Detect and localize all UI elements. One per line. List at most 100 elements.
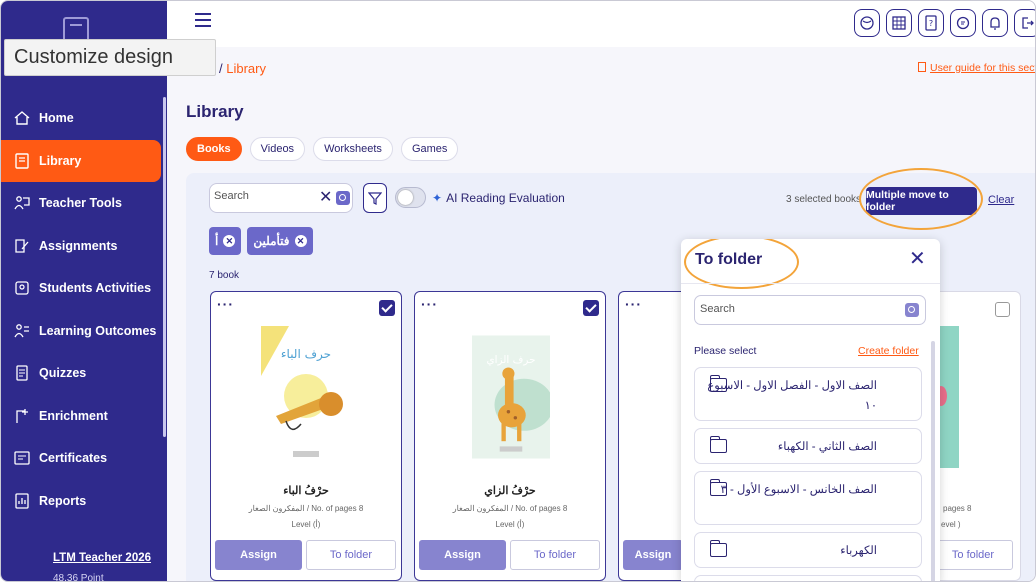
remove-chip-icon[interactable]: ✕ xyxy=(294,235,307,247)
filter-chip[interactable]: فتأملين ✕ xyxy=(247,227,313,255)
sidebar-item-label: Quizzes xyxy=(39,366,87,381)
book-cover-title: حرف الزاي xyxy=(486,354,535,366)
folder-name: الصف الاول - الفصل الاول - الاسبوع ١٠ xyxy=(707,380,877,412)
filter-icon xyxy=(368,192,382,205)
tab-games[interactable]: Games xyxy=(400,137,459,161)
book-checkbox[interactable] xyxy=(995,302,1010,317)
assign-button[interactable]: Assign xyxy=(419,540,506,570)
teacher-tools-icon xyxy=(13,194,31,212)
enrichment-icon xyxy=(13,407,31,425)
folder-icon xyxy=(710,375,727,392)
ai-reading-toggle[interactable] xyxy=(395,187,426,208)
sidebar-item-reports[interactable]: Reports xyxy=(1,480,161,523)
user-points: 48.36 Point xyxy=(53,573,104,582)
sidebar-item-learning-outcomes[interactable]: Learning Outcomes xyxy=(1,310,161,353)
sidebar-item-label: Teacher Tools xyxy=(39,196,122,211)
sidebar-item-label: Certificates xyxy=(39,451,108,466)
book-checkbox[interactable] xyxy=(583,300,599,316)
tab-worksheets[interactable]: Worksheets xyxy=(313,137,393,161)
tab-books[interactable]: Books xyxy=(186,137,242,161)
sidebar-item-assignments[interactable]: Assignments xyxy=(1,225,161,268)
selected-count: 3 selected books xyxy=(786,194,862,205)
more-options-icon[interactable]: ··· xyxy=(217,296,234,312)
modal-scrollbar[interactable] xyxy=(931,341,935,581)
help-icon[interactable]: ? xyxy=(918,9,944,37)
menu-icon[interactable] xyxy=(195,13,211,29)
folder-search-input[interactable] xyxy=(700,303,880,315)
calendar-icon[interactable] xyxy=(886,9,912,37)
folder-option[interactable]: الصف الثاني - الكهباء xyxy=(694,428,922,464)
book-card[interactable]: ··· حرف الزاي حرْفُ الزاي المفكرون الصغا… xyxy=(414,291,606,581)
sidebar-scrollbar[interactable] xyxy=(163,97,166,437)
sidebar-nav: Home Library Teacher Tools Assignments S… xyxy=(1,97,161,522)
customize-design-tooltip: Customize design xyxy=(4,39,216,76)
folder-option[interactable]: الصف الاول - الفصل الاول - الاسبوع ١٠ xyxy=(694,367,922,421)
book-meta: المفكرون الصغار / No. of pages 8 xyxy=(248,504,364,513)
book-checkbox[interactable] xyxy=(379,300,395,316)
book-search-input[interactable] xyxy=(214,190,314,202)
sidebar-item-quizzes[interactable]: Quizzes xyxy=(1,352,161,395)
book-card[interactable]: ··· حرف الباء حرْفُ الباء المفكرون الصغا… xyxy=(210,291,402,581)
students-activities-icon xyxy=(13,279,31,297)
chat-icon[interactable] xyxy=(950,9,976,37)
filter-chip[interactable]: أ ✕ xyxy=(209,227,242,255)
more-options-icon[interactable]: ··· xyxy=(625,296,642,312)
book-card[interactable]: ··· Assign xyxy=(618,291,688,581)
user-guide-link[interactable]: User guide for this section xyxy=(918,62,1035,74)
clear-search-icon[interactable]: ✕ xyxy=(319,190,332,206)
folder-option[interactable] xyxy=(694,575,922,581)
remove-chip-icon[interactable]: ✕ xyxy=(223,235,236,247)
folder-icon xyxy=(710,436,727,453)
home-icon xyxy=(13,109,31,127)
sidebar-item-home[interactable]: Home xyxy=(1,97,161,140)
folder-option[interactable]: الكهرباء xyxy=(694,532,922,568)
notification-bell-icon[interactable] xyxy=(982,9,1008,37)
to-folder-button[interactable]: To folder xyxy=(306,540,396,570)
library-icon xyxy=(13,152,31,170)
svg-text:?: ? xyxy=(929,19,933,28)
sidebar-item-students-activities[interactable]: Students Activities xyxy=(1,267,161,310)
folder-icon xyxy=(710,540,727,557)
sidebar-item-library[interactable]: Library xyxy=(1,139,161,182)
book-search-box: ✕ xyxy=(209,183,353,213)
book-count: 7 book xyxy=(209,270,240,281)
to-folder-button[interactable]: To folder xyxy=(510,540,600,570)
book-title: حرْفُ الزاي xyxy=(484,485,536,497)
folder-name: الصف الخانس - الاسبوع الأول - ٣ xyxy=(720,484,877,496)
search-icon[interactable] xyxy=(905,303,919,317)
more-options-icon[interactable]: ··· xyxy=(421,296,438,312)
folder-option[interactable]: الصف الخانس - الاسبوع الأول - ٣ xyxy=(694,471,922,525)
chip-label: فتأملين xyxy=(253,234,290,248)
logout-icon[interactable] xyxy=(1014,9,1035,37)
app-window: Home Library Teacher Tools Assignments S… xyxy=(0,0,1036,582)
sidebar-item-enrichment[interactable]: Enrichment xyxy=(1,395,161,438)
breadcrumb-current[interactable]: Library xyxy=(226,61,266,76)
globe-icon[interactable] xyxy=(854,9,880,37)
close-icon[interactable]: ✕ xyxy=(909,249,926,269)
create-folder-link[interactable]: Create folder xyxy=(858,345,919,357)
book-cover-image: حرف الزاي xyxy=(472,335,550,459)
filter-button[interactable] xyxy=(363,183,387,213)
folder-name: الكهرباء xyxy=(840,545,877,557)
sidebar-item-certificates[interactable]: Certificates xyxy=(1,437,161,480)
ai-reading-text: AI Reading Evaluation xyxy=(446,191,565,205)
sidebar-item-label: Reports xyxy=(39,493,87,508)
please-select-label: Please select xyxy=(694,345,757,357)
tab-videos[interactable]: Videos xyxy=(249,137,306,161)
to-folder-button[interactable]: To folder xyxy=(933,540,1013,570)
sidebar-item-teacher-tools[interactable]: Teacher Tools xyxy=(1,182,161,225)
search-icon[interactable] xyxy=(336,191,350,205)
clear-selection-link[interactable]: Clear xyxy=(988,194,1014,206)
guide-book-icon xyxy=(918,62,926,72)
book-card[interactable]: pages 8 evel ) To folder xyxy=(931,291,1021,581)
book-cover-image: حرف الباء xyxy=(261,326,351,468)
highlight-ring xyxy=(684,239,799,289)
sidebar: Home Library Teacher Tools Assignments S… xyxy=(1,1,167,582)
book-meta: pages 8 xyxy=(943,504,972,513)
sparkle-icon: ✦ xyxy=(432,191,443,205)
assign-button[interactable]: Assign xyxy=(623,540,683,570)
book-meta: المفكرون الصغار / No. of pages 8 xyxy=(452,504,568,513)
assign-button[interactable]: Assign xyxy=(215,540,302,570)
multiple-move-button[interactable]: Multiple move to folder xyxy=(866,187,977,215)
user-name-link[interactable]: LTM Teacher 2026 xyxy=(53,552,151,564)
